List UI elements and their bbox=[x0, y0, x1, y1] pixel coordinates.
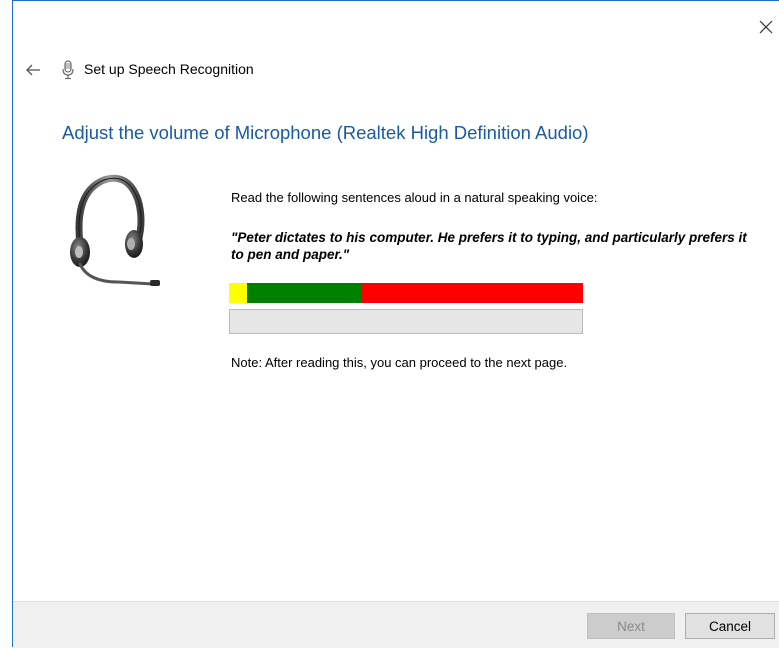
window-left-border bbox=[12, 0, 13, 647]
back-button[interactable] bbox=[20, 58, 46, 82]
level-meter-low-segment bbox=[229, 283, 247, 303]
headset-icon bbox=[70, 174, 160, 286]
reading-progress-bar bbox=[229, 309, 583, 334]
back-arrow-icon bbox=[26, 64, 40, 76]
instruction-text: Read the following sentences aloud in a … bbox=[231, 190, 598, 205]
close-button[interactable] bbox=[752, 12, 779, 42]
level-meter-ok-segment bbox=[246, 283, 362, 303]
sample-sentence: "Peter dictates to his computer. He pref… bbox=[231, 230, 747, 262]
page-heading: Adjust the volume of Microphone (Realtek… bbox=[62, 122, 589, 143]
window-top-border bbox=[12, 0, 779, 1]
next-button[interactable]: Next bbox=[587, 613, 675, 639]
level-meter-high-segment bbox=[361, 283, 583, 303]
speech-setup-window: Set up Speech Recognition Adjust the vol… bbox=[0, 0, 779, 648]
window-title: Set up Speech Recognition bbox=[84, 61, 254, 77]
cancel-button[interactable]: Cancel bbox=[685, 613, 775, 639]
microphone-icon bbox=[62, 60, 74, 80]
close-icon bbox=[759, 20, 772, 34]
note-text: Note: After reading this, you can procee… bbox=[231, 355, 568, 370]
volume-level-meter bbox=[229, 283, 583, 303]
